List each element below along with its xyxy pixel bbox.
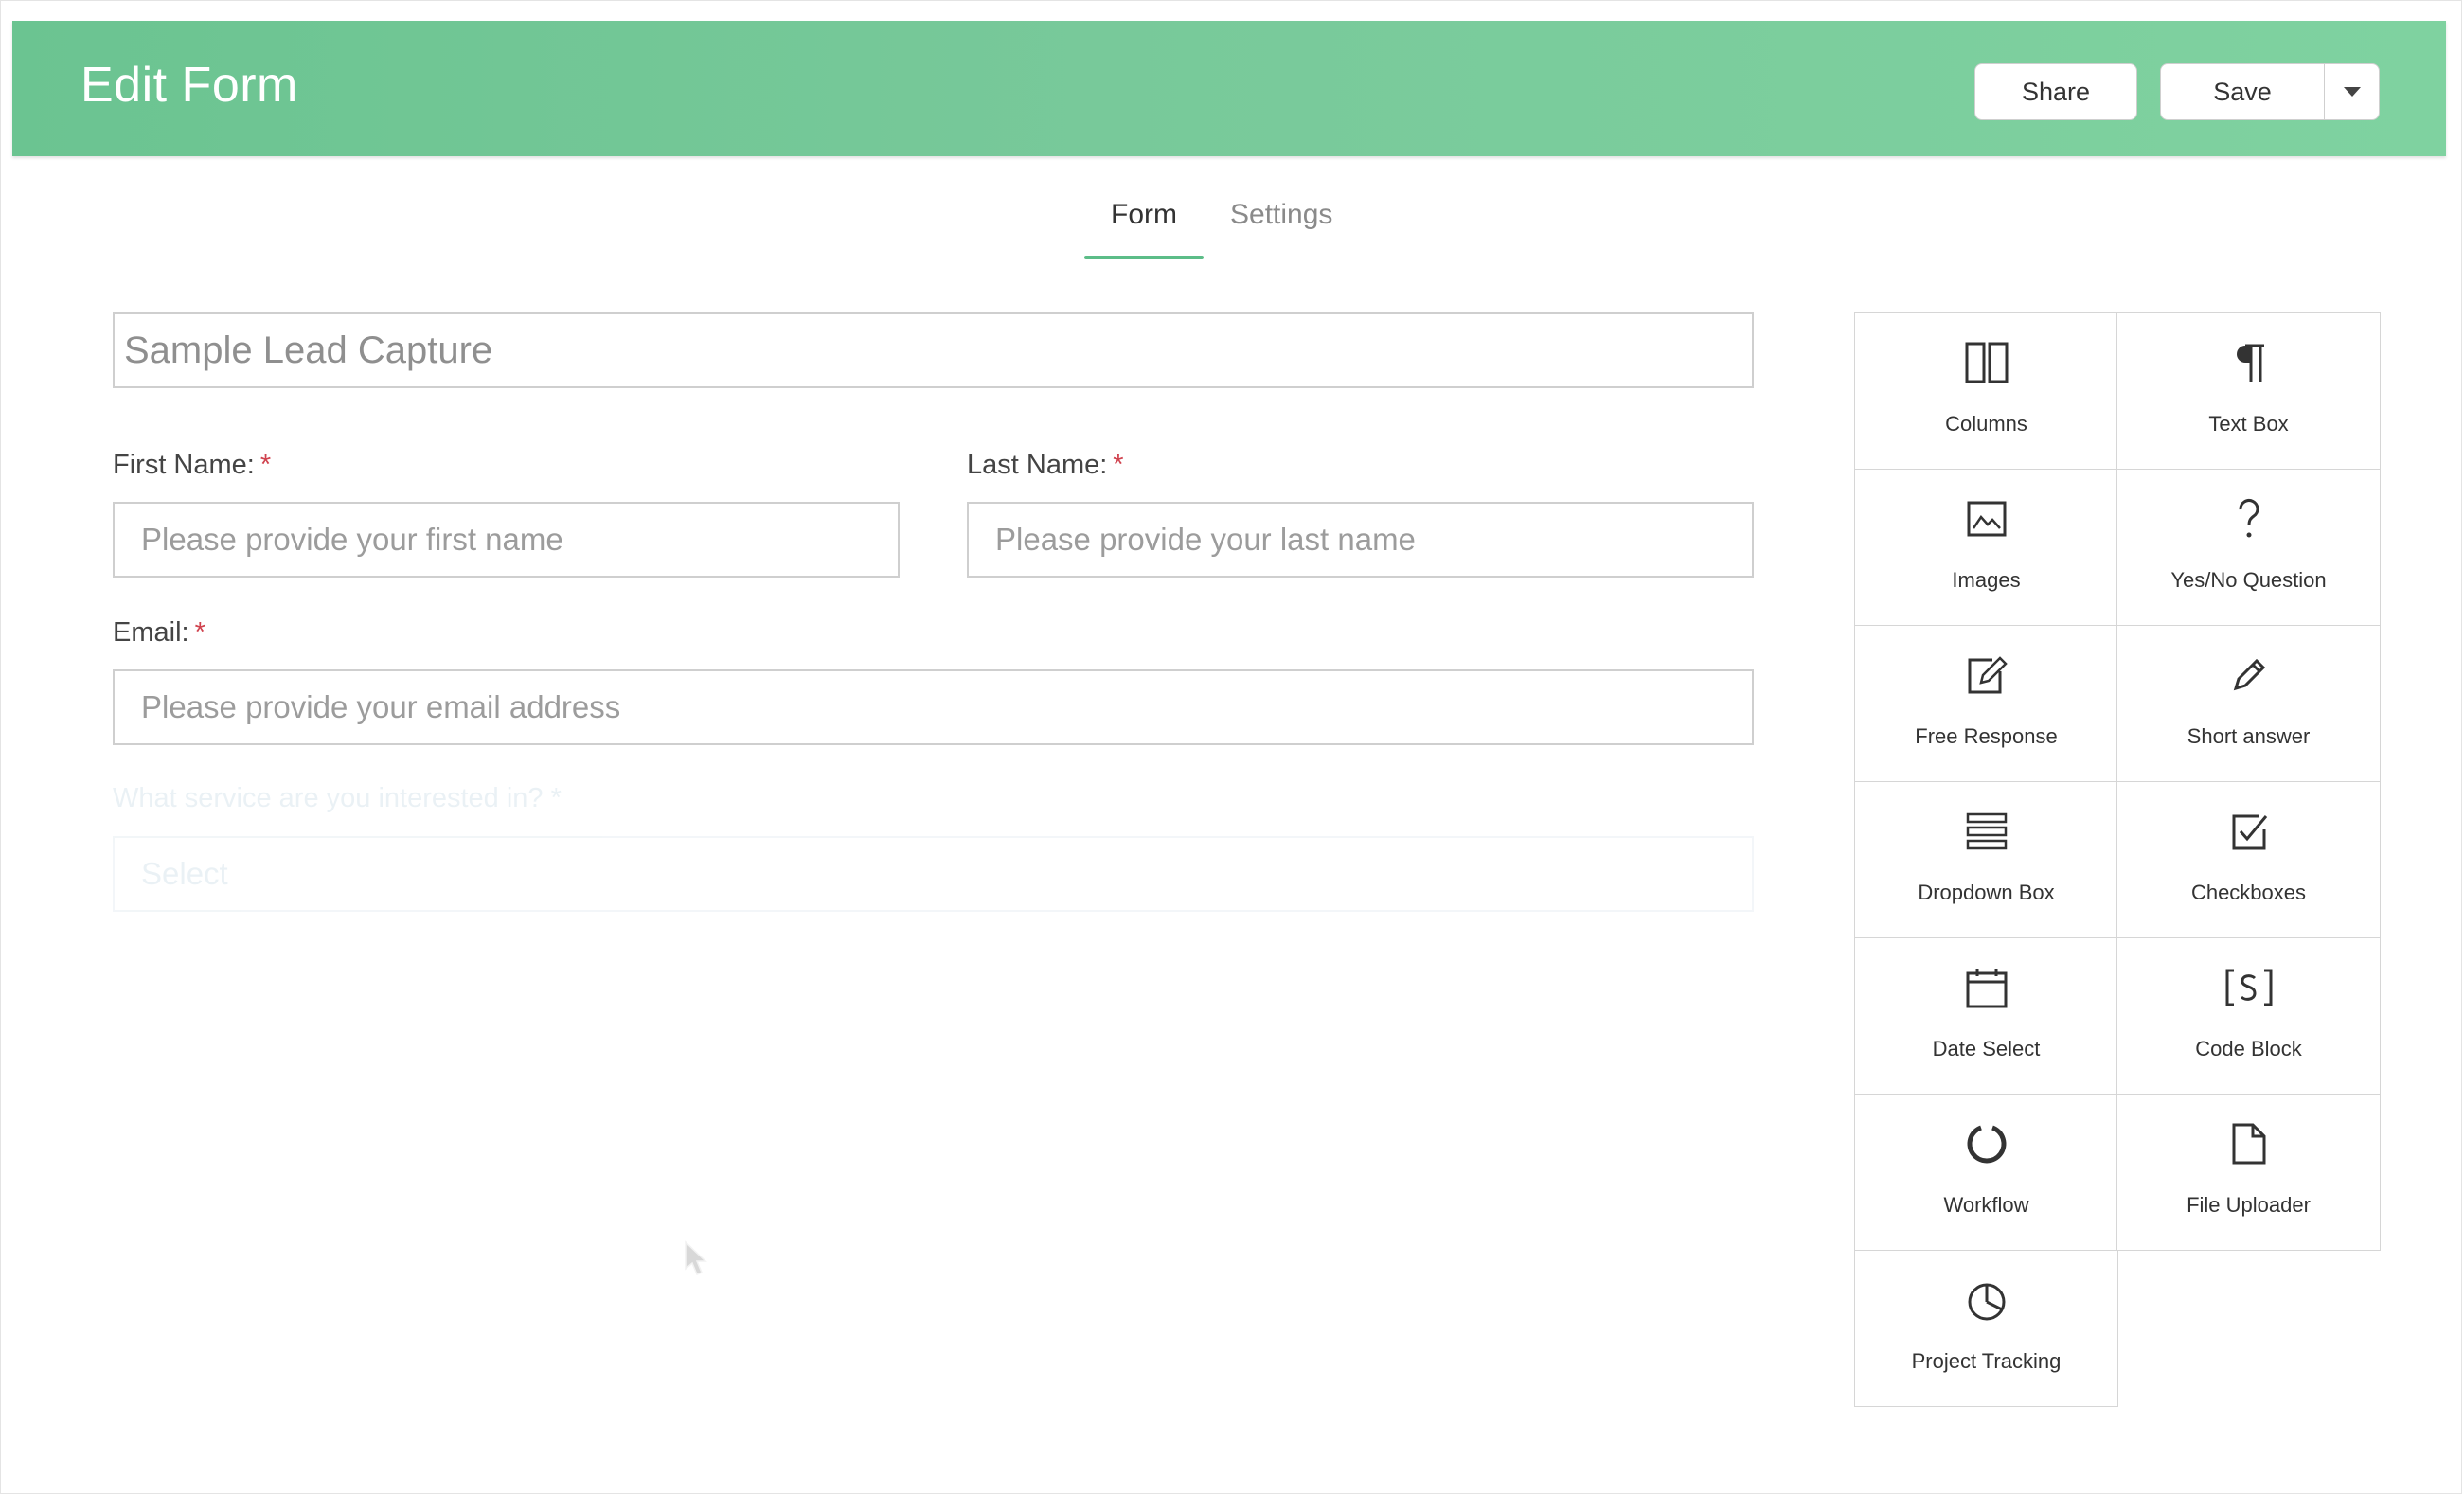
list-icon	[1964, 803, 2009, 860]
palette-label: Project Tracking	[1911, 1349, 2062, 1373]
columns-icon	[1964, 334, 2009, 391]
palette-label: Columns	[1945, 412, 2027, 436]
file-icon	[2226, 1115, 2272, 1172]
checkbox-icon	[2226, 803, 2272, 860]
share-button[interactable]: Share	[1974, 63, 2137, 120]
required-marker: *	[1113, 450, 1124, 480]
palette-label: File Uploader	[2187, 1193, 2311, 1217]
email-input[interactable]	[113, 669, 1754, 745]
palette-file-uploader[interactable]: File Uploader	[2116, 1094, 2381, 1251]
palette-columns[interactable]: Columns	[1854, 312, 2118, 470]
palette-label: Workflow	[1943, 1193, 2029, 1217]
palette-label: Text Box	[2208, 412, 2289, 436]
palette-label: Yes/No Question	[2170, 568, 2327, 592]
service-label-text: What service are you interested in?	[113, 783, 544, 813]
palette-label: Checkboxes	[2190, 881, 2307, 904]
page-title: Edit Form	[80, 58, 298, 113]
palette-label: Code Block	[2195, 1037, 2302, 1060]
circle-arrow-icon	[1964, 1115, 2009, 1172]
palette-free-response[interactable]: Free Response	[1854, 625, 2118, 782]
question-icon	[2226, 490, 2272, 547]
edit-box-icon	[1964, 647, 2009, 703]
service-field-faded: What service are you interested in? * Se…	[113, 772, 1754, 914]
required-marker: *	[194, 617, 205, 648]
first-name-label: First Name: *	[113, 450, 271, 481]
palette-text-box[interactable]: Text Box	[2116, 312, 2381, 470]
palette-dropdown-box[interactable]: Dropdown Box	[1854, 781, 2118, 938]
tab-bar: Form Settings	[1084, 189, 1359, 259]
palette-date-select[interactable]: Date Select	[1854, 937, 2118, 1095]
palette-label: Free Response	[1915, 724, 2058, 748]
mouse-cursor-icon	[684, 1240, 708, 1283]
save-button-group: Save	[2160, 63, 2380, 120]
pie-chart-icon	[1964, 1272, 2009, 1328]
calendar-icon	[1964, 959, 2009, 1016]
palette-project-tracking[interactable]: Project Tracking	[1854, 1250, 2118, 1407]
image-icon	[1964, 490, 2009, 547]
first-name-label-text: First Name:	[113, 450, 255, 480]
tab-form[interactable]: Form	[1084, 189, 1204, 259]
palette-label: Dropdown Box	[1918, 881, 2055, 904]
palette-code-block[interactable]: Code Block	[2116, 937, 2381, 1095]
save-options-dropdown[interactable]	[2325, 64, 2379, 119]
palette-label: Short answer	[2187, 724, 2311, 748]
palette-yes-no-question[interactable]: Yes/No Question	[2116, 469, 2381, 626]
paragraph-icon	[2226, 334, 2272, 391]
palette-images[interactable]: Images	[1854, 469, 2118, 626]
required-marker: *	[259, 450, 272, 480]
required-marker: *	[550, 783, 562, 813]
last-name-label-text: Last Name:	[967, 450, 1108, 480]
palette-workflow[interactable]: Workflow	[1854, 1094, 2118, 1251]
last-name-label: Last Name: *	[967, 450, 1124, 481]
tab-settings[interactable]: Settings	[1204, 189, 1359, 259]
save-button[interactable]: Save	[2161, 64, 2325, 119]
email-label: Email: *	[113, 617, 205, 649]
last-name-input[interactable]	[967, 502, 1754, 578]
form-title-input[interactable]	[113, 312, 1754, 388]
service-label: What service are you interested in? *	[113, 783, 562, 814]
palette-checkboxes[interactable]: Checkboxes	[2116, 781, 2381, 938]
header-bar: Edit Form Share Save	[12, 21, 2446, 156]
palette-label: Images	[1952, 568, 2021, 592]
pencil-icon	[2226, 647, 2272, 703]
palette-label: Date Select	[1932, 1037, 2041, 1060]
email-label-text: Email:	[113, 617, 189, 648]
first-name-input[interactable]	[113, 502, 900, 578]
code-block-icon	[2223, 959, 2276, 1016]
palette-short-answer[interactable]: Short answer	[2116, 625, 2381, 782]
caret-down-icon	[2343, 87, 2361, 97]
service-select[interactable]: Select	[113, 836, 1754, 912]
